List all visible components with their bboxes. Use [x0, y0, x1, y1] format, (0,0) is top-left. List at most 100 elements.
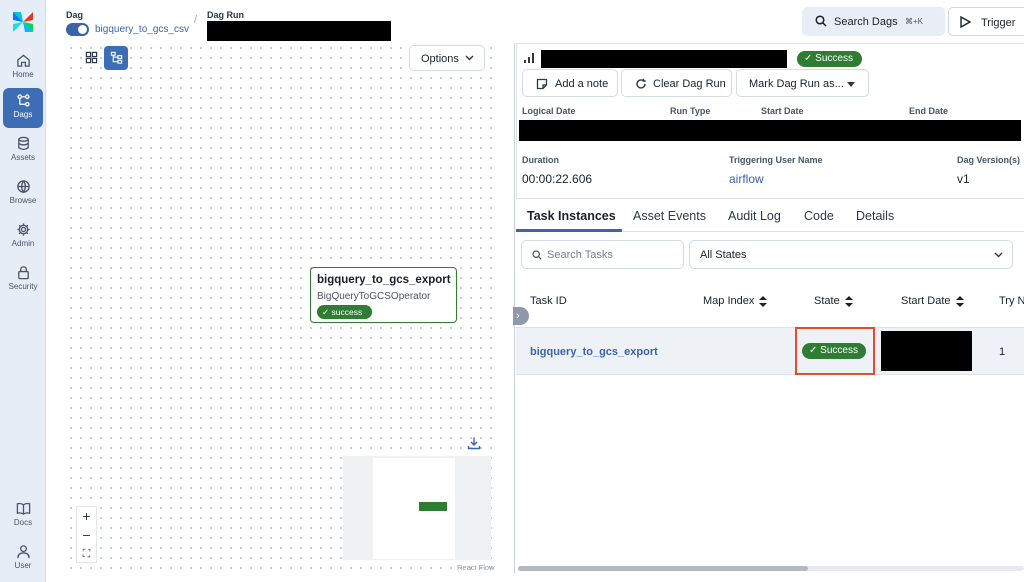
dag-run-status-badge: ✓ Success — [797, 51, 862, 67]
run-dates-redacted — [519, 120, 1021, 141]
chevron-down-icon — [994, 252, 1003, 258]
column-map-index-label: Map Index — [703, 295, 755, 307]
task-node-status: success — [331, 307, 363, 317]
dag-version-value: v1 — [957, 172, 970, 186]
chevron-down-icon — [465, 55, 474, 61]
sort-icon — [844, 295, 853, 307]
sidebar: Home Dags Assets Browse Admin Security D… — [0, 0, 46, 582]
column-state-label: State — [814, 295, 840, 307]
grid-icon — [85, 51, 97, 64]
horizontal-scrollbar[interactable] — [518, 566, 1024, 571]
airflow-logo[interactable] — [10, 9, 36, 35]
dag-pause-toggle[interactable] — [66, 23, 89, 36]
run-type-label: Run Type — [670, 106, 711, 116]
search-tasks-input[interactable]: Search Tasks — [521, 240, 684, 269]
column-start-date-label: Start Date — [901, 295, 951, 307]
lock-icon — [17, 266, 29, 280]
sidebar-item-assets[interactable]: Assets — [3, 131, 43, 171]
tab-asset-events[interactable]: Asset Events — [633, 209, 706, 223]
mark-dag-run-dropdown[interactable]: Mark Dag Run as... — [736, 69, 869, 97]
sidebar-item-label: Dags — [13, 110, 33, 119]
tab-task-instances[interactable]: Task Instances — [527, 209, 616, 223]
fit-view-button[interactable]: ⛶ — [77, 545, 96, 564]
sidebar-item-dags[interactable]: Dags — [3, 88, 43, 128]
column-state[interactable]: State — [814, 295, 853, 307]
signal-icon — [524, 53, 534, 63]
zoom-in-button[interactable]: + — [77, 507, 96, 526]
column-task-id: Task ID — [530, 295, 567, 307]
zoom-out-button[interactable]: − — [77, 526, 96, 545]
start-date-redacted — [881, 331, 972, 371]
breadcrumb-dag-run-label: Dag Run — [207, 10, 244, 20]
graph-view-button[interactable] — [104, 46, 128, 70]
sidebar-item-label: Assets — [10, 153, 35, 162]
graph-icon — [110, 51, 122, 64]
sidebar-item-label: User — [14, 561, 32, 570]
add-note-label: Add a note — [555, 78, 609, 90]
tab-details[interactable]: Details — [856, 209, 894, 223]
breadcrumb-dag-label: Dag — [66, 10, 84, 20]
tab-audit-log[interactable]: Audit Log — [728, 209, 781, 223]
scrollbar-thumb[interactable] — [518, 566, 808, 571]
caret-down-icon — [847, 82, 855, 87]
add-note-button[interactable]: Add a note — [522, 69, 618, 97]
task-id-link[interactable]: bigquery_to_gcs_export — [530, 346, 658, 358]
chevron-right-icon: › — [516, 310, 520, 322]
collapse-panel-button[interactable]: › — [513, 307, 529, 325]
state-highlight-annotation — [795, 327, 875, 375]
column-map-index[interactable]: Map Index — [703, 295, 768, 307]
sidebar-item-browse[interactable]: Browse — [3, 174, 43, 214]
end-date-label: End Date — [909, 106, 949, 116]
home-icon — [16, 54, 30, 67]
column-start-date[interactable]: Start Date — [901, 295, 964, 307]
state-filter-select[interactable]: All States — [689, 240, 1013, 269]
breadcrumb-dag-run-redacted[interactable] — [207, 21, 391, 41]
zoom-controls: + − ⛶ — [76, 506, 97, 563]
breadcrumb-separator: / — [194, 14, 198, 26]
dag-run-id-redacted — [541, 50, 787, 68]
options-label: Options — [421, 53, 459, 65]
task-node[interactable]: bigquery_to_gcs_export BigQueryToGCSOper… — [310, 267, 457, 323]
sidebar-item-home[interactable]: Home — [3, 48, 43, 88]
play-icon — [960, 16, 971, 28]
column-try-number[interactable]: Try N — [999, 295, 1024, 307]
grid-view-button[interactable] — [79, 46, 103, 70]
tab-code[interactable]: Code — [804, 209, 834, 223]
duration-value: 00:00:22.606 — [522, 172, 593, 186]
clear-dag-run-label: Clear Dag Run — [653, 78, 726, 90]
sidebar-item-label: Browse — [9, 196, 37, 205]
sort-icon — [759, 295, 768, 307]
book-icon — [16, 502, 30, 515]
search-dags-label: Search Dags — [834, 16, 898, 28]
task-node-name: bigquery_to_gcs_export — [317, 274, 451, 286]
search-tasks-placeholder: Search Tasks — [547, 249, 613, 261]
search-dags-button[interactable]: Search Dags ⌘+K — [802, 7, 945, 36]
dag-run-status: Success — [815, 53, 853, 64]
sort-icon — [955, 295, 964, 307]
minimap[interactable] — [343, 456, 491, 560]
trigger-button[interactable]: Trigger — [948, 7, 1024, 36]
sidebar-item-label: Docs — [13, 518, 33, 527]
triggering-user-link[interactable]: airflow — [729, 172, 764, 186]
sidebar-item-admin[interactable]: Admin — [3, 217, 43, 257]
sidebar-item-docs[interactable]: Docs — [3, 496, 43, 536]
task-node-status-badge: ✓ success — [317, 305, 372, 319]
sidebar-item-label: Home — [12, 70, 34, 79]
react-flow-attribution[interactable]: React Flow — [457, 563, 495, 572]
sidebar-item-user[interactable]: User — [3, 539, 43, 579]
breadcrumb-dag-link[interactable]: bigquery_to_gcs_csv — [95, 24, 189, 35]
task-node-operator: BigQueryToGCSOperator — [317, 291, 431, 302]
clear-dag-run-button[interactable]: Clear Dag Run — [621, 69, 732, 97]
state-filter-value: All States — [700, 249, 747, 261]
active-tab-indicator — [516, 229, 622, 232]
sidebar-item-label: Security — [8, 282, 38, 291]
database-icon — [17, 136, 29, 151]
gear-icon — [16, 223, 30, 236]
start-date-label: Start Date — [761, 106, 804, 116]
globe-icon — [16, 180, 30, 194]
options-dropdown[interactable]: Options — [409, 45, 485, 71]
trigger-label: Trigger — [981, 17, 1016, 29]
minimap-node — [419, 502, 447, 511]
download-icon[interactable] — [467, 436, 481, 450]
sidebar-item-security[interactable]: Security — [3, 260, 43, 300]
